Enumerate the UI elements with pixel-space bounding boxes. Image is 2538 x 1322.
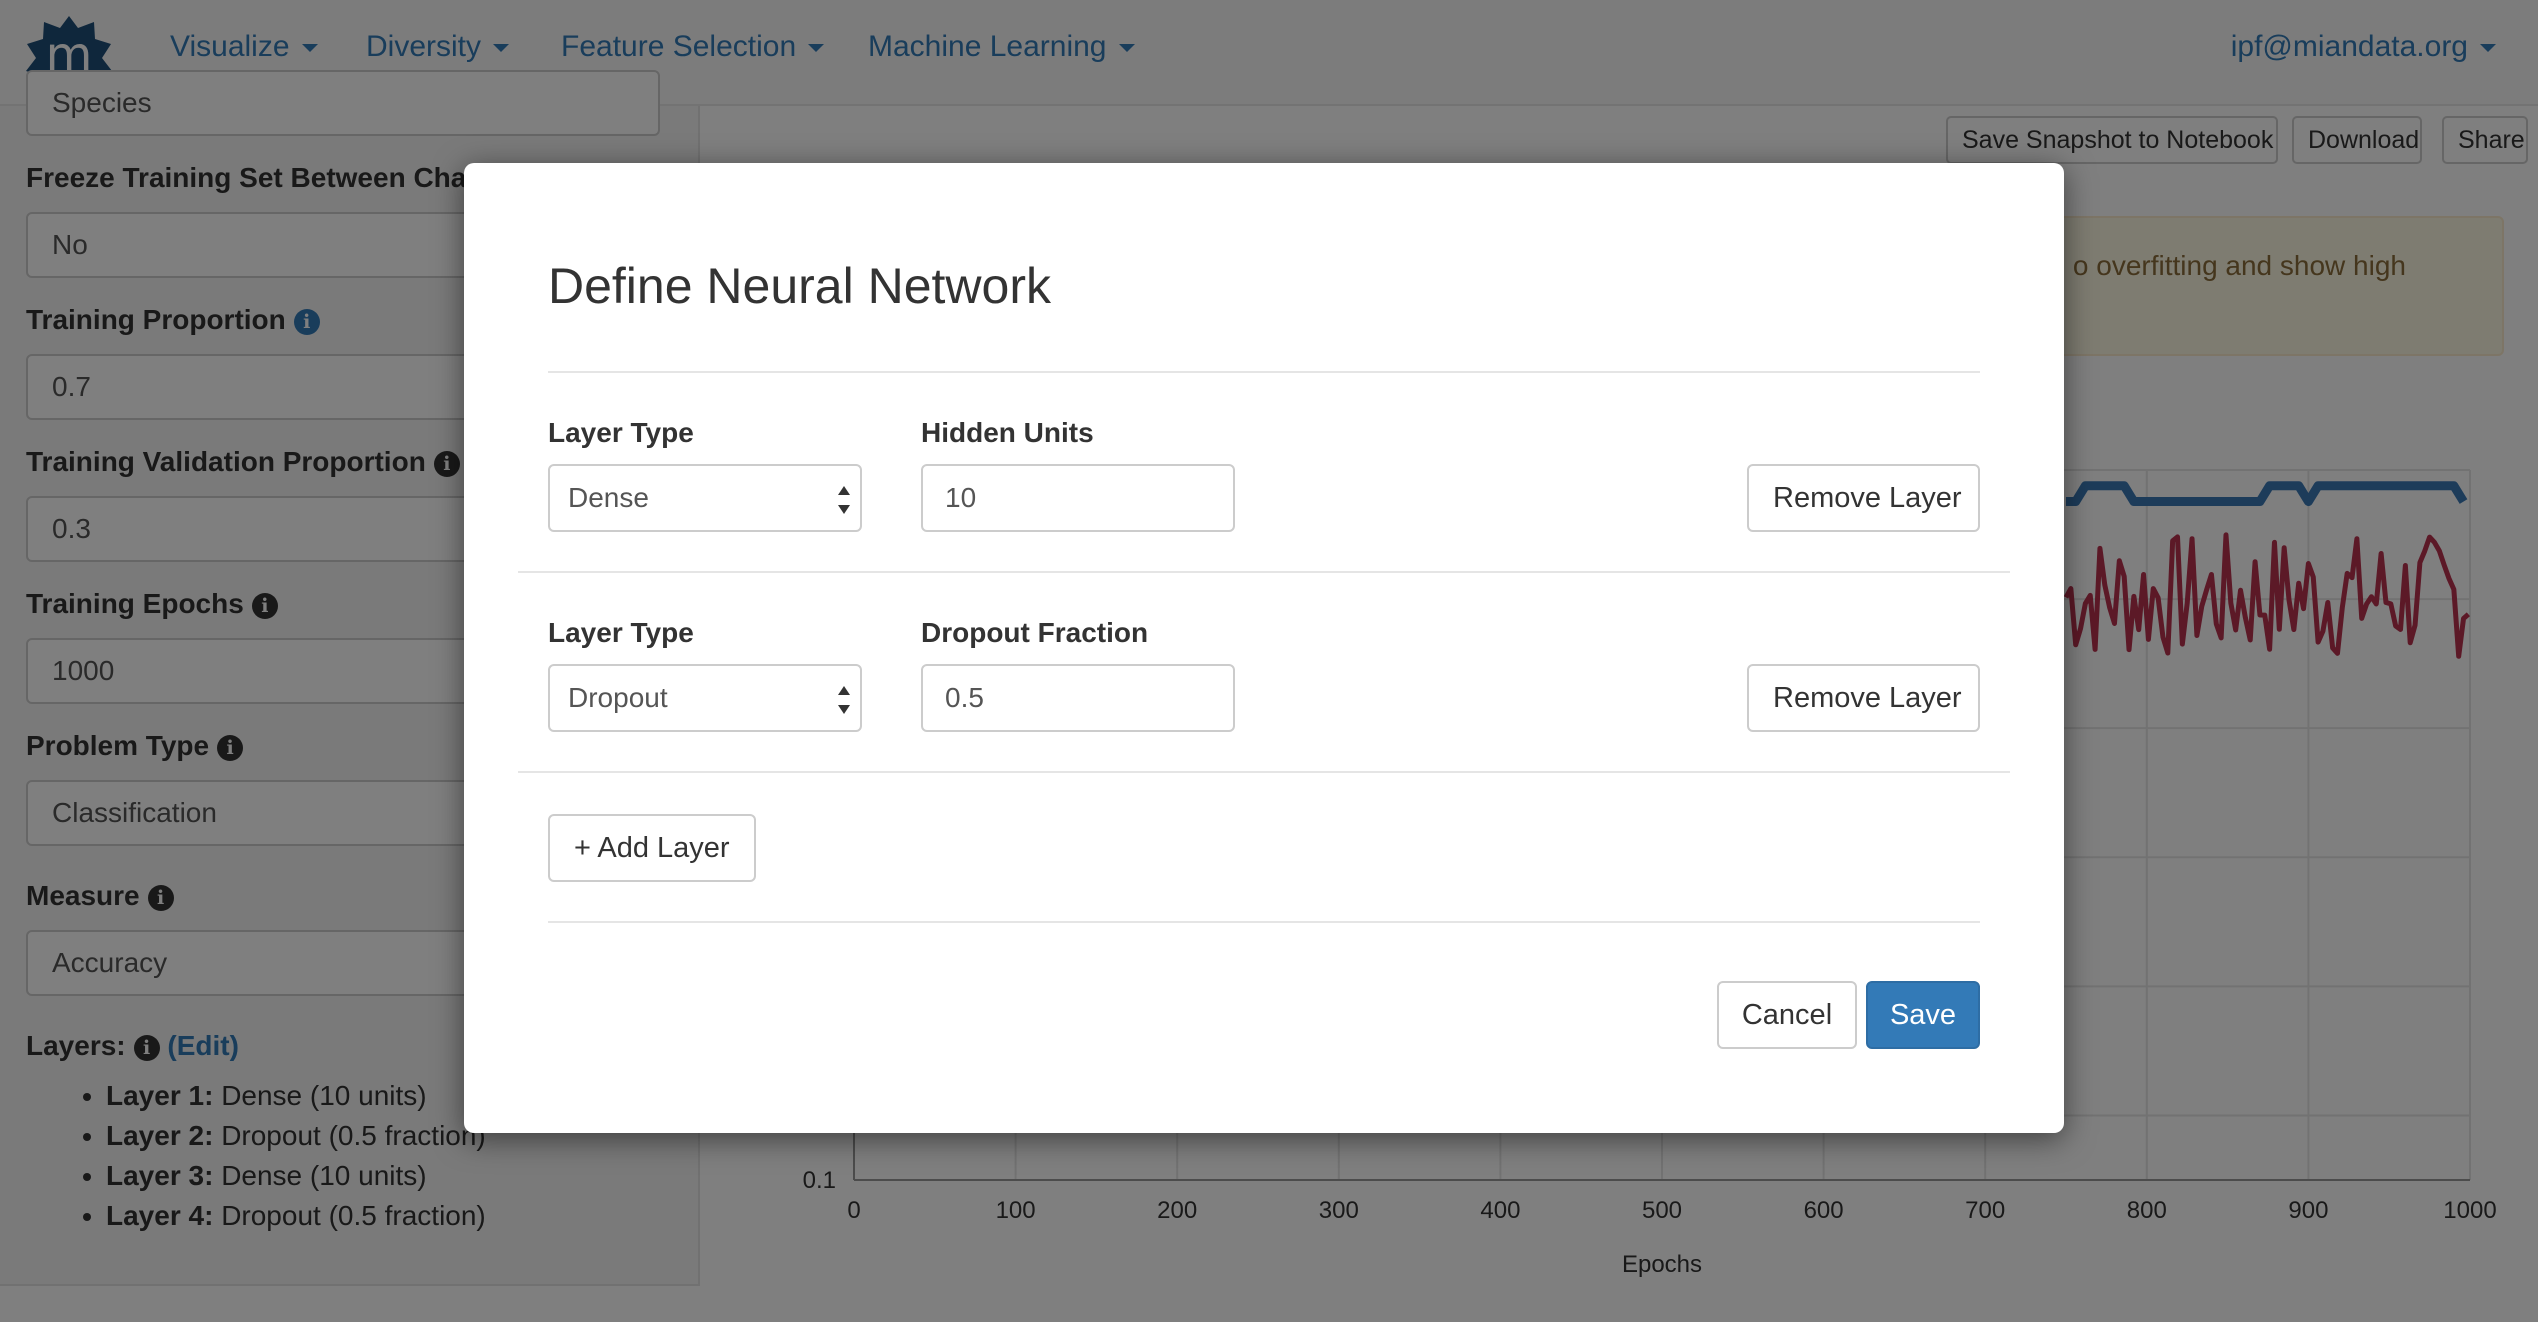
dropout-fraction-value: 0.5 — [945, 682, 984, 713]
layer-type-select[interactable]: Dropout — [548, 664, 862, 732]
dropout-fraction-input[interactable]: 0.5 — [921, 664, 1235, 732]
select-arrows-icon — [838, 486, 852, 514]
layer-type-value: Dropout — [568, 682, 668, 713]
modal-title: Define Neural Network — [548, 258, 1051, 314]
remove-layer-button[interactable]: Remove Layer — [1747, 464, 1980, 532]
cancel-button[interactable]: Cancel — [1717, 981, 1857, 1049]
hidden-units-label: Hidden Units — [921, 417, 1094, 448]
remove-layer-button[interactable]: Remove Layer — [1747, 664, 1980, 732]
dropout-fraction-label: Dropout Fraction — [921, 617, 1149, 648]
save-button[interactable]: Save — [1866, 981, 1980, 1049]
layer-type-select[interactable]: Dense — [548, 464, 862, 532]
add-layer-button[interactable]: + Add Layer — [548, 814, 756, 882]
layer-type-label: Layer Type — [548, 617, 694, 648]
divider — [548, 371, 1980, 373]
define-network-modal: Define Neural Network Layer Type Dense H… — [464, 163, 2064, 1133]
layer-type-label: Layer Type — [548, 417, 694, 448]
layer-type-value: Dense — [568, 482, 649, 513]
divider — [518, 771, 2010, 773]
select-arrows-icon — [838, 686, 852, 714]
hidden-units-input[interactable]: 10 — [921, 464, 1235, 532]
divider — [548, 921, 1980, 923]
hidden-units-value: 10 — [945, 482, 977, 513]
divider — [518, 571, 2010, 573]
